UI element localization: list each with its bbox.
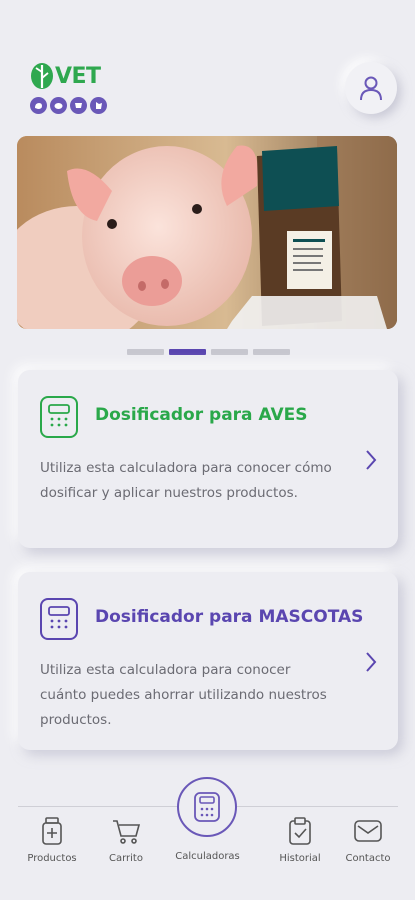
- brand-logo: VET: [30, 62, 120, 122]
- chevron-right-icon[interactable]: [363, 650, 379, 674]
- nav-item-historial[interactable]: Historial: [262, 815, 338, 864]
- card-dosificador-mascotas[interactable]: Dosificador para MASCOTAS Utiliza esta c…: [18, 572, 398, 750]
- card-description: Utiliza esta calculadora para conocer có…: [40, 460, 332, 501]
- medicine-bottle-icon: [37, 815, 67, 847]
- pig-icon: [50, 97, 67, 114]
- calculator-icon: [40, 598, 78, 640]
- card-description: Utiliza esta calculadora para conocer cu…: [40, 662, 327, 728]
- dog-icon: [90, 97, 107, 114]
- profile-button[interactable]: [345, 62, 397, 114]
- pager-dot-1[interactable]: [127, 349, 164, 355]
- leaf-icon: [31, 63, 53, 89]
- calculator-icon: [40, 396, 78, 438]
- nav-label: Calculadoras: [175, 851, 240, 862]
- pager-dot-4[interactable]: [253, 349, 290, 355]
- nav-item-carrito[interactable]: Carrito: [88, 815, 164, 864]
- cow-icon: [70, 97, 87, 114]
- chevron-right-icon[interactable]: [363, 448, 379, 472]
- nav-item-productos[interactable]: Productos: [14, 815, 90, 864]
- app-header: VET: [0, 0, 415, 130]
- carousel-pager: [127, 349, 290, 355]
- card-dosificador-aves[interactable]: Dosificador para AVES Utiliza esta calcu…: [18, 370, 398, 548]
- nav-label: Historial: [279, 853, 321, 864]
- card-title: Dosificador para AVES: [95, 405, 308, 425]
- pager-dot-2[interactable]: [169, 349, 206, 355]
- pager-dot-3[interactable]: [211, 349, 248, 355]
- nav-label: Carrito: [109, 853, 143, 864]
- nav-item-calculadoras[interactable]: [177, 777, 237, 837]
- cart-icon: [111, 815, 141, 847]
- nav-item-contacto[interactable]: Contacto: [330, 815, 406, 864]
- nav-label: Productos: [27, 853, 77, 864]
- promo-banner[interactable]: [17, 136, 397, 329]
- nav-label: Contacto: [345, 853, 391, 864]
- banner-image: [17, 136, 397, 329]
- calculator-icon: [194, 792, 220, 822]
- user-icon: [360, 76, 382, 101]
- logo-text: VET: [55, 63, 101, 89]
- clipboard-icon: [285, 815, 315, 847]
- logo-wordmark: VET: [30, 62, 101, 90]
- chicken-icon: [30, 97, 47, 114]
- species-icons: [30, 97, 107, 114]
- card-title: Dosificador para MASCOTAS: [95, 607, 364, 627]
- mail-icon: [353, 815, 383, 847]
